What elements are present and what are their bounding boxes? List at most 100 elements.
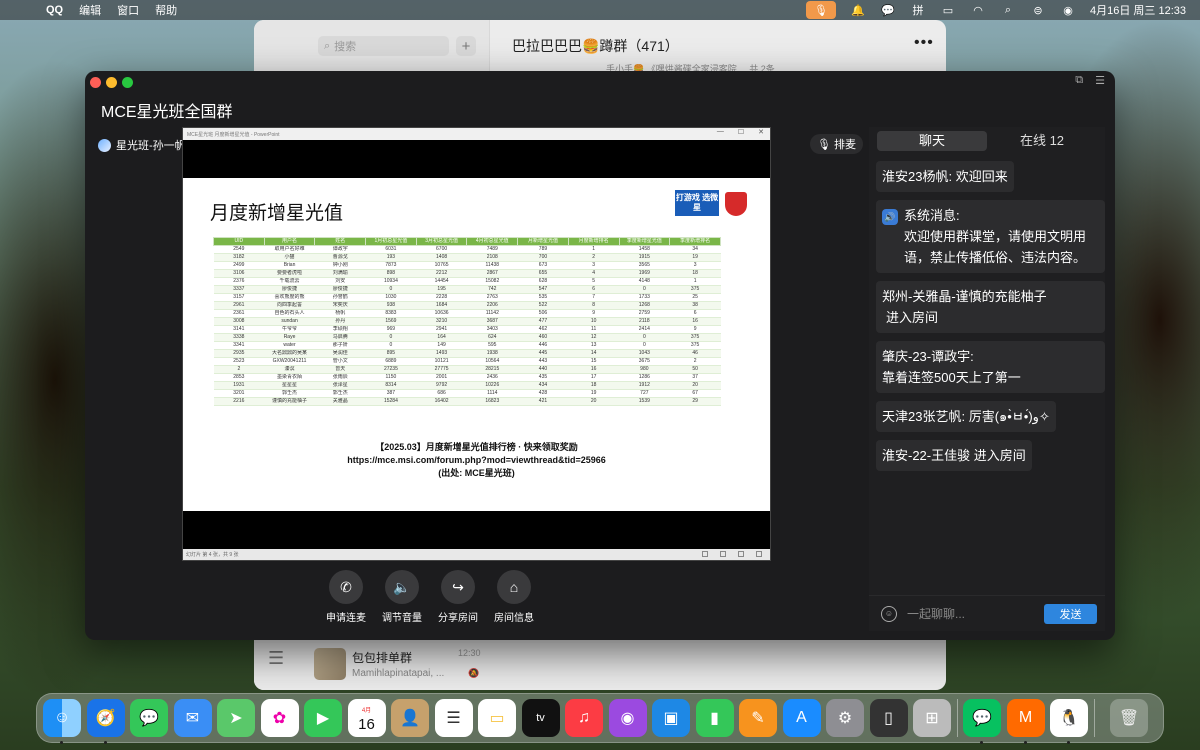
add-button[interactable]: + [456, 36, 476, 56]
table-cell: 1114 [466, 389, 518, 398]
table-cell: 700 [517, 253, 569, 262]
table-cell: 27775 [416, 365, 467, 374]
table-cell: 8314 [365, 381, 417, 390]
table-cell: 12 [568, 333, 619, 342]
app-store-icon[interactable]: A [782, 699, 821, 737]
menu-window[interactable]: 窗口 [117, 2, 139, 18]
table-row: 2961 向四季起誓 宋奕庆 938 1684 2206 522 8 1268 38 [213, 301, 721, 310]
tab-chat[interactable]: 聊天 [877, 131, 987, 151]
numbers-icon[interactable]: ▮ [695, 699, 734, 737]
control-center-icon[interactable]: ⊜ [1030, 4, 1046, 17]
table-cell: 14 [568, 349, 619, 358]
close-button[interactable] [90, 77, 101, 88]
wechat-tray-icon[interactable]: 💬 [880, 4, 896, 17]
menu-icon[interactable]: ☰ [268, 648, 284, 669]
send-button[interactable]: 发送 [1044, 603, 1097, 624]
safari-icon[interactable]: 🧭 [86, 699, 125, 744]
messages-icon[interactable]: 💬 [130, 699, 168, 737]
trash-icon[interactable]: 🗑 [1110, 699, 1148, 737]
avatar[interactable] [98, 138, 111, 152]
queue-mic-button[interactable]: 🎙 排麦 [810, 134, 863, 154]
table-cell: 吴润佳 [314, 349, 366, 358]
share-room-button[interactable]: ↪ 分享房间 [430, 570, 486, 624]
qq-tray-icon[interactable]: 🔔 [850, 4, 866, 17]
pages-icon[interactable]: ✎ [739, 699, 777, 737]
table-cell: 1 [669, 277, 721, 286]
qq-icon[interactable]: 🐧 [1050, 699, 1088, 744]
table-cell: 向四季起誓 [264, 301, 315, 310]
wechat-icon[interactable]: 💬 [963, 699, 1001, 744]
table-cell: 1030 [365, 293, 417, 302]
table-cell: 686 [416, 389, 467, 398]
search-input[interactable]: ⌕ 搜索 [318, 36, 449, 56]
finder-icon[interactable]: ☺ [43, 699, 81, 744]
table-header-cell: UID [213, 237, 265, 246]
message-list: 淮安23杨帆: 欢迎回来 🔊 系统消息: 欢迎使用群课堂，请使用文明用语，禁止传播低… [876, 161, 1105, 479]
reminders-icon[interactable]: ☰ [434, 699, 473, 737]
menu-edit[interactable]: 编辑 [79, 2, 101, 18]
table-cell: 1938 [466, 349, 518, 358]
music-icon[interactable]: ♫ [565, 699, 603, 737]
iphone-mirroring-icon[interactable]: ▯ [869, 699, 908, 737]
table-cell: 廖俊捷 [264, 285, 315, 294]
minimize-button[interactable] [106, 77, 117, 88]
mail-icon[interactable]: ✉ [173, 699, 212, 737]
ppt-statusbar: 幻灯片 第 4 张，共 9 张 [183, 549, 770, 560]
table-cell: 1969 [619, 269, 670, 278]
battery-icon[interactable]: ▭ [940, 4, 956, 17]
apple-icon[interactable] [14, 4, 30, 16]
menu-datetime[interactable]: 4月16日 周三 12:33 [1090, 2, 1186, 18]
calendar-icon[interactable]: 4月 16 [347, 699, 386, 737]
menu-icon[interactable]: ☰ [1095, 74, 1105, 87]
table-header-cell: 4月初总星光值 [466, 237, 519, 246]
table-cell: 0 [365, 333, 417, 342]
table-cell: 421 [517, 397, 569, 406]
wifi-icon[interactable]: ◠ [970, 4, 986, 17]
room-info-button[interactable]: ⌂ 房间信息 [486, 570, 542, 624]
chat-message: 郑州-关雅晶-谨慎的充能柚子 进入房间 [876, 281, 1105, 333]
more-icon[interactable]: ••• [914, 34, 934, 52]
menu-app-name[interactable]: QQ [46, 4, 63, 16]
share-icon: ↪ [441, 570, 475, 604]
input-method-icon[interactable]: 拼 [910, 4, 926, 17]
podcasts-icon[interactable]: ◉ [608, 699, 647, 737]
maps-icon[interactable]: ➤ [217, 699, 255, 737]
photos-icon[interactable]: ✿ [260, 699, 299, 737]
table-cell: 2 [568, 253, 619, 262]
shared-screen[interactable]: MCE星光班 月度新增星光值 - PowerPoint — ☐ ✕ 月度新增星光值 … [182, 127, 771, 561]
chat-input[interactable]: 一起聊聊... [907, 605, 1044, 622]
mic-active-icon[interactable]: 🎙 [806, 1, 836, 19]
apple-tv-icon[interactable]: tv [521, 699, 560, 737]
table-cell: 15082 [466, 277, 518, 286]
table-cell: 980 [619, 365, 670, 374]
table-cell: 1733 [619, 293, 670, 302]
table-cell: 195 [416, 285, 467, 294]
search-spotlight-icon[interactable]: ⌕ [1000, 4, 1016, 16]
siri-icon[interactable]: ◉ [1060, 4, 1076, 17]
table-cell: 谨慎的充能柚子 [264, 397, 315, 406]
popout-icon[interactable]: ⧉ [1075, 74, 1083, 87]
table-cell: 5 [568, 277, 619, 286]
menu-help[interactable]: 帮助 [155, 2, 177, 18]
tab-online[interactable]: 在线 12 [987, 131, 1097, 151]
request-mic-button[interactable]: ✆ 申请连麦 [318, 570, 374, 624]
notes-icon[interactable]: ▭ [478, 699, 516, 737]
table-cell: 2867 [466, 269, 518, 278]
table-cell: 2212 [416, 269, 467, 278]
table-cell: 10765 [416, 261, 467, 270]
facetime-icon[interactable]: ▶ [304, 699, 342, 737]
table-cell: 自色的石头人 [264, 309, 315, 318]
system-settings-icon[interactable]: ⚙ [826, 699, 864, 737]
table-cell: 谭政宇 [314, 245, 366, 254]
emoji-icon[interactable]: ☺ [881, 605, 897, 622]
zoom-button[interactable] [122, 77, 133, 88]
keynote-icon[interactable]: ▣ [652, 699, 690, 737]
table-cell: 375 [669, 341, 721, 350]
mi-app-icon[interactable]: M [1006, 699, 1045, 744]
launchpad-icon[interactable]: ⊞ [913, 699, 951, 737]
table-cell: 8383 [365, 309, 417, 318]
contacts-icon[interactable]: 👤 [391, 699, 429, 737]
table-cell: 29 [669, 397, 721, 406]
volume-button[interactable]: 🔈 调节音量 [374, 570, 430, 624]
menu-bar: QQ 编辑 窗口 帮助 🎙 🔔 💬 拼 ▭ ◠ ⌕ ⊜ ◉ 4月16日 周三 1… [0, 0, 1200, 20]
